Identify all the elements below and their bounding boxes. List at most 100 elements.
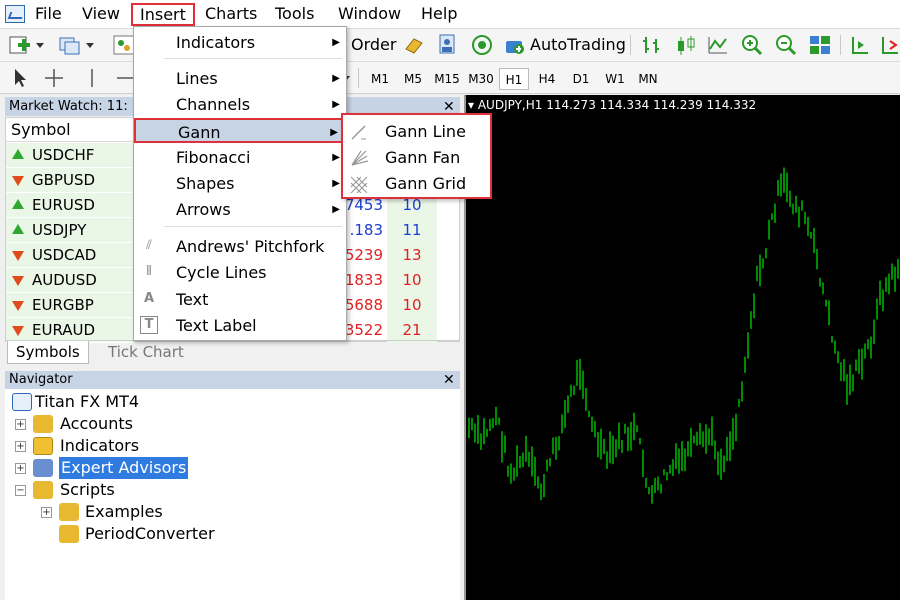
nav-item-indicators[interactable]: Indicators <box>60 435 139 457</box>
tab-tick-chart[interactable]: Tick Chart <box>100 341 192 364</box>
submenu-arrow-icon: ▶ <box>332 152 340 163</box>
insert-shapes[interactable]: Shapes ▶ <box>134 171 346 196</box>
insert-pitchfork-label: Andrews' Pitchfork <box>176 237 325 256</box>
new-order-button[interactable]: Order <box>351 33 396 57</box>
examples-icon <box>59 503 79 521</box>
terminal-root-icon <box>12 393 32 411</box>
collapse-scripts-icon[interactable]: − <box>15 485 26 496</box>
spread-value: 13 <box>387 243 437 268</box>
arrow-down-icon <box>12 251 24 261</box>
menu-charts[interactable]: Charts <box>198 3 264 26</box>
timeframe-m1[interactable]: M1 <box>365 68 395 90</box>
insert-channels[interactable]: Channels ▶ <box>134 92 346 117</box>
new-chart-icon[interactable] <box>8 33 32 57</box>
nav-item-accounts[interactable]: Accounts <box>60 413 133 435</box>
gann-grid-label: Gann Grid <box>385 174 467 193</box>
timeframe-d1[interactable]: D1 <box>566 68 596 90</box>
price-chart[interactable] <box>466 95 900 600</box>
metaeditor-icon[interactable] <box>402 33 426 57</box>
text-label-icon: T <box>140 316 158 334</box>
insert-lines[interactable]: Lines ▶ <box>134 66 346 91</box>
symbol-cell: USDCHF <box>6 143 133 168</box>
insert-andrews-pitchfork[interactable]: ⫽ Andrews' Pitchfork <box>134 234 346 259</box>
line-chart-icon[interactable] <box>706 33 730 57</box>
symbol-cell: USDJPY <box>6 218 133 243</box>
symbol-name: EURAUD <box>32 321 96 339</box>
timeframe-h4[interactable]: H4 <box>532 68 562 90</box>
timeframe-m5[interactable]: M5 <box>398 68 428 90</box>
gann-line-label: Gann Line <box>385 122 466 141</box>
profiles-dropdown-icon[interactable] <box>84 33 96 57</box>
period-converter-icon <box>59 525 79 543</box>
new-chart-dropdown-icon[interactable] <box>34 33 46 57</box>
nav-item-expert-advisors[interactable]: Expert Advisors <box>59 457 189 479</box>
chart-window[interactable]: ▾ AUDJPY,H1 114.273 114.334 114.239 114.… <box>464 95 900 600</box>
gann-grid-item[interactable]: Gann Grid <box>343 171 490 197</box>
menu-file[interactable]: File <box>28 3 69 26</box>
nav-item-titan-fx[interactable]: Titan FX MT4 <box>35 391 139 413</box>
expand-expert-advisors-icon[interactable]: + <box>15 463 26 474</box>
menu-help[interactable]: Help <box>414 3 464 26</box>
symbol-name: EURGBP <box>32 296 94 314</box>
scripts-icon <box>33 481 53 499</box>
tab-symbols[interactable]: Symbols <box>7 341 89 364</box>
timeframe-m30[interactable]: M30 <box>466 68 496 90</box>
insert-text-label[interactable]: T Text Label <box>134 313 346 338</box>
zoom-in-icon[interactable] <box>740 33 764 57</box>
symbol-name: USDJPY <box>32 221 87 239</box>
autotrading-icon[interactable] <box>503 33 527 57</box>
terminal-icon[interactable] <box>436 33 460 57</box>
vertical-line-icon[interactable] <box>80 66 104 90</box>
market-watch-close-icon[interactable]: ✕ <box>443 100 455 114</box>
submenu-arrow-icon: ▶ <box>332 37 340 48</box>
spread-value: 11 <box>387 218 437 243</box>
symbol-cell: GBPUSD <box>6 168 133 193</box>
insert-arrows[interactable]: Arrows ▶ <box>134 197 346 222</box>
insert-cycle-lines[interactable]: ⦀ Cycle Lines <box>134 260 346 285</box>
symbol-name: AUDUSD <box>32 271 97 289</box>
insert-text[interactable]: A Text <box>134 287 346 312</box>
menu-window[interactable]: Window <box>331 3 408 26</box>
indicators-icon <box>33 437 53 455</box>
signals-icon[interactable] <box>470 33 494 57</box>
autotrading-button[interactable]: AutoTrading <box>530 33 626 57</box>
expert-advisors-icon <box>33 459 53 477</box>
symbol-name: USDCHF <box>32 146 95 164</box>
autoscroll-icon[interactable] <box>878 33 900 57</box>
cursor-icon[interactable] <box>8 66 32 90</box>
timeframe-w1[interactable]: W1 <box>600 68 630 90</box>
insert-gann[interactable]: Gann ▶ <box>134 118 346 143</box>
timeframe-m15[interactable]: M15 <box>432 68 462 90</box>
menu-tools[interactable]: Tools <box>268 3 321 26</box>
accounts-icon <box>33 415 53 433</box>
tile-windows-icon[interactable] <box>808 33 832 57</box>
insert-indicators[interactable]: Indicators ▶ <box>134 30 346 55</box>
nav-item-periodconverter[interactable]: PeriodConverter <box>85 523 215 545</box>
timeframe-h1[interactable]: H1 <box>499 68 529 90</box>
insert-text-label: Text <box>176 290 209 309</box>
navigator-close-icon[interactable]: ✕ <box>443 373 455 387</box>
insert-arrows-label: Arrows <box>176 200 231 219</box>
candlesticks-icon[interactable] <box>674 33 698 57</box>
menu-insert[interactable]: Insert <box>131 3 195 26</box>
chart-shift-icon[interactable] <box>848 33 872 57</box>
profiles-icon[interactable] <box>58 33 82 57</box>
menu-view[interactable]: View <box>75 3 127 26</box>
bar-chart-icon[interactable] <box>640 33 664 57</box>
symbol-name: EURUSD <box>32 196 95 214</box>
insert-fibonacci[interactable]: Fibonacci ▶ <box>134 145 346 170</box>
zoom-out-icon[interactable] <box>774 33 798 57</box>
crosshair-icon[interactable] <box>42 66 66 90</box>
chart-symbol-info: AUDJPY,H1 114.273 114.334 114.239 114.33… <box>477 98 757 112</box>
expand-accounts-icon[interactable]: + <box>15 419 26 430</box>
gann-line-item[interactable]: Gann Line <box>343 119 490 145</box>
timeframe-mn[interactable]: MN <box>633 68 663 90</box>
gann-grid-icon <box>350 176 368 193</box>
nav-item-scripts[interactable]: Scripts <box>60 479 115 501</box>
expand-indicators-icon[interactable]: + <box>15 441 26 452</box>
gann-fan-item[interactable]: Gann Fan <box>343 145 490 171</box>
nav-item-examples[interactable]: Examples <box>85 501 163 523</box>
expand-examples-icon[interactable]: + <box>41 507 52 518</box>
chart-header: ▾ AUDJPY,H1 114.273 114.334 114.239 114.… <box>468 98 757 112</box>
spread-value: 10 <box>387 293 437 318</box>
